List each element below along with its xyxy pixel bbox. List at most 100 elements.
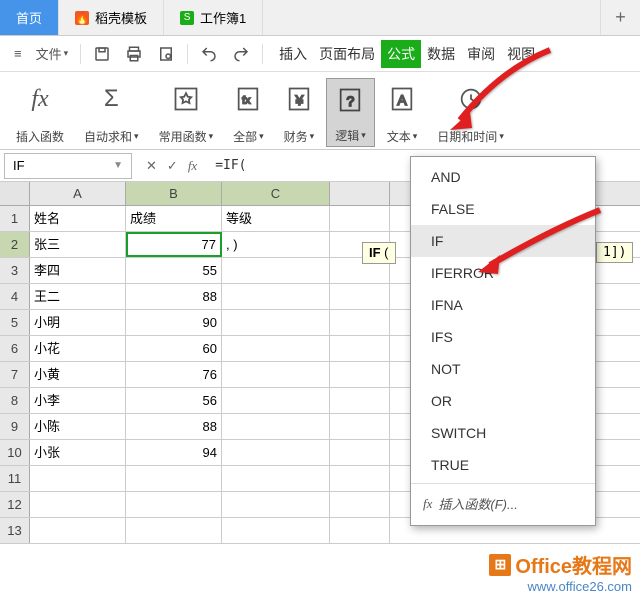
cell[interactable]: 小明 (30, 310, 126, 335)
cell-editing[interactable]: , ) (222, 232, 330, 257)
all-functions-button[interactable]: fx 全部▾ (225, 78, 272, 147)
cell[interactable] (330, 206, 390, 231)
cell[interactable]: 李四 (30, 258, 126, 283)
cell[interactable]: 成绩 (126, 206, 222, 231)
row-header[interactable]: 8 (0, 388, 30, 413)
cell[interactable] (330, 466, 390, 491)
cell[interactable] (222, 362, 330, 387)
tab-workbook1[interactable]: S 工作簿1 (164, 0, 263, 35)
cell[interactable] (30, 466, 126, 491)
common-functions-button[interactable]: 常用函数▾ (151, 78, 222, 147)
add-tab-button[interactable]: + (600, 0, 640, 35)
dropdown-insert-function[interactable]: fx 插入函数(F)... (411, 486, 595, 521)
row-header[interactable]: 6 (0, 336, 30, 361)
preview-icon[interactable] (151, 41, 181, 67)
cell[interactable]: 小黄 (30, 362, 126, 387)
cell[interactable] (222, 336, 330, 361)
accept-formula-icon[interactable]: ✓ (167, 158, 178, 174)
dropdown-item-ifna[interactable]: IFNA (411, 289, 595, 321)
cell[interactable]: 等级 (222, 206, 330, 231)
cell[interactable] (222, 440, 330, 465)
cell[interactable] (330, 492, 390, 517)
cell[interactable] (222, 388, 330, 413)
cell[interactable] (30, 518, 126, 543)
fx-icon[interactable]: fx (188, 158, 197, 174)
cell[interactable] (126, 492, 222, 517)
cell[interactable]: 88 (126, 414, 222, 439)
text-button[interactable]: A 文本▾ (379, 78, 426, 147)
cell[interactable]: 90 (126, 310, 222, 335)
row-header[interactable]: 3 (0, 258, 30, 283)
row-header[interactable]: 5 (0, 310, 30, 335)
row-header[interactable]: 1 (0, 206, 30, 231)
save-icon[interactable] (87, 41, 117, 67)
dropdown-item-not[interactable]: NOT (411, 353, 595, 385)
cell[interactable] (126, 518, 222, 543)
row-header[interactable]: 2 (0, 232, 30, 257)
cell[interactable] (330, 388, 390, 413)
cell[interactable]: 76 (126, 362, 222, 387)
cell[interactable] (30, 492, 126, 517)
file-menu[interactable]: 文件▾ (30, 40, 75, 67)
dropdown-item-and[interactable]: AND (411, 161, 595, 193)
col-header-d[interactable] (330, 182, 390, 205)
cell[interactable]: 94 (126, 440, 222, 465)
logic-button[interactable]: ? 逻辑▾ (326, 78, 375, 147)
redo-icon[interactable] (226, 41, 256, 67)
col-header-a[interactable]: A (30, 182, 126, 205)
row-header[interactable]: 7 (0, 362, 30, 387)
cell[interactable] (330, 336, 390, 361)
cell[interactable]: 姓名 (30, 206, 126, 231)
print-icon[interactable] (119, 41, 149, 67)
col-header-b[interactable]: B (126, 182, 222, 205)
undo-icon[interactable] (194, 41, 224, 67)
cell[interactable]: 小李 (30, 388, 126, 413)
dropdown-item-or[interactable]: OR (411, 385, 595, 417)
dropdown-item-true[interactable]: TRUE (411, 449, 595, 481)
cell-active[interactable]: 77 (126, 232, 222, 257)
autosum-button[interactable]: Σ 自动求和▾ (76, 78, 147, 147)
cell[interactable]: 60 (126, 336, 222, 361)
cell[interactable]: 小陈 (30, 414, 126, 439)
ribbon-tab-layout[interactable]: 页面布局 (313, 40, 381, 68)
dropdown-item-ifs[interactable]: IFS (411, 321, 595, 353)
cell[interactable]: 小张 (30, 440, 126, 465)
row-header[interactable]: 12 (0, 492, 30, 517)
dropdown-item-switch[interactable]: SWITCH (411, 417, 595, 449)
cell[interactable] (330, 310, 390, 335)
cell[interactable] (222, 466, 330, 491)
cell[interactable] (222, 310, 330, 335)
cell[interactable]: 88 (126, 284, 222, 309)
tab-home[interactable]: 首页 (0, 0, 59, 35)
insert-function-button[interactable]: fx 插入函数 (8, 78, 72, 147)
row-header[interactable]: 11 (0, 466, 30, 491)
ribbon-tab-insert[interactable]: 插入 (273, 40, 313, 68)
cancel-formula-icon[interactable]: ✕ (146, 158, 157, 174)
cell[interactable] (330, 362, 390, 387)
col-header-c[interactable]: C (222, 182, 330, 205)
name-box[interactable]: IF▼ (4, 153, 132, 179)
cell[interactable] (222, 414, 330, 439)
ribbon-tab-formula[interactable]: 公式 (381, 40, 421, 68)
financial-button[interactable]: ¥ 财务▾ (276, 78, 323, 147)
row-header[interactable]: 9 (0, 414, 30, 439)
cell[interactable] (330, 518, 390, 543)
cell[interactable]: 56 (126, 388, 222, 413)
cell[interactable]: 55 (126, 258, 222, 283)
cell[interactable] (222, 518, 330, 543)
cell[interactable] (330, 284, 390, 309)
row-header[interactable]: 10 (0, 440, 30, 465)
cell[interactable]: 小花 (30, 336, 126, 361)
row-header[interactable]: 13 (0, 518, 30, 543)
row-header[interactable]: 4 (0, 284, 30, 309)
cell[interactable]: 王二 (30, 284, 126, 309)
hamburger-icon[interactable]: ≡ (8, 42, 28, 65)
cell[interactable] (330, 440, 390, 465)
select-all-corner[interactable] (0, 182, 30, 205)
chevron-down-icon[interactable]: ▼ (113, 160, 123, 171)
cell[interactable] (126, 466, 222, 491)
cell[interactable] (222, 258, 330, 283)
cell[interactable] (222, 284, 330, 309)
cell[interactable]: 张三 (30, 232, 126, 257)
cell[interactable] (222, 492, 330, 517)
